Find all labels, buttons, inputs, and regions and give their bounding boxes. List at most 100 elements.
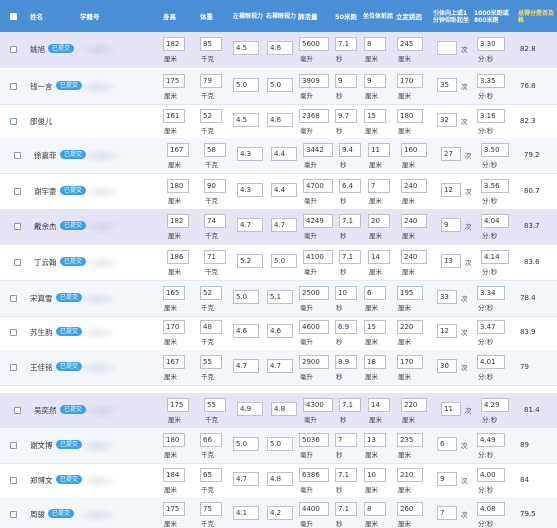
vital-capacity-input[interactable]: 3909 <box>299 74 329 88</box>
sit-reach-input[interactable]: 18 <box>364 355 386 369</box>
vital-capacity-input[interactable]: 4300 <box>303 398 333 412</box>
height-input[interactable]: 182 <box>167 214 189 228</box>
height-input[interactable]: 180 <box>163 433 185 447</box>
right-vision-input[interactable]: 5.1 <box>267 290 293 304</box>
long-jump-input[interactable]: 220 <box>397 320 423 334</box>
sprint-50m-input[interactable]: 6.4 <box>339 179 361 193</box>
pullup-situp-input[interactable]: 12 <box>437 324 457 338</box>
weight-input[interactable]: 66 <box>200 433 222 447</box>
run-long-input[interactable]: 4.04 <box>481 214 509 228</box>
pullup-situp-input[interactable]: 11 <box>441 402 461 416</box>
long-jump-input[interactable]: 220 <box>401 398 427 412</box>
left-vision-input[interactable]: 5.0 <box>233 437 259 451</box>
pullup-situp-input[interactable]: 27 <box>441 147 461 161</box>
sprint-50m-input[interactable]: 7.1 <box>339 214 361 228</box>
pullup-situp-input[interactable]: 6 <box>437 437 457 451</box>
left-vision-input[interactable]: 4.9 <box>237 402 263 416</box>
row-checkbox[interactable] <box>10 83 17 90</box>
right-vision-input[interactable]: 4.6 <box>267 41 293 55</box>
row-checkbox[interactable] <box>10 118 17 125</box>
pullup-situp-input[interactable]: 9 <box>441 218 461 232</box>
height-input[interactable]: 184 <box>163 468 185 482</box>
weight-input[interactable]: 58 <box>204 143 226 157</box>
row-checkbox[interactable] <box>14 259 21 266</box>
sit-reach-input[interactable]: 9 <box>364 74 386 88</box>
row-checkbox[interactable] <box>14 407 21 414</box>
sit-reach-input[interactable]: 20 <box>368 214 390 228</box>
row-checkbox[interactable] <box>10 477 17 484</box>
run-long-input[interactable]: 3.56 <box>481 179 509 193</box>
weight-input[interactable]: 74 <box>204 214 226 228</box>
left-vision-input[interactable]: 4.5 <box>233 113 259 127</box>
left-vision-input[interactable]: 4.5 <box>233 41 259 55</box>
sit-reach-input[interactable]: 6 <box>364 286 386 300</box>
sprint-50m-input[interactable]: 6.9 <box>335 320 357 334</box>
right-vision-input[interactable]: 4.8 <box>271 402 297 416</box>
left-vision-input[interactable]: 4.7 <box>237 218 263 232</box>
right-vision-input[interactable]: 4.8 <box>267 472 293 486</box>
pullup-situp-input[interactable]: 32 <box>437 113 457 127</box>
left-vision-input[interactable]: 5.0 <box>233 78 259 92</box>
height-input[interactable]: 167 <box>167 143 189 157</box>
sit-reach-input[interactable]: 13 <box>364 433 386 447</box>
row-checkbox[interactable] <box>10 46 17 53</box>
sprint-50m-input[interactable]: 9 <box>335 74 357 88</box>
row-checkbox[interactable] <box>10 442 17 449</box>
sprint-50m-input[interactable]: 7 <box>335 433 357 447</box>
height-input[interactable]: 175 <box>167 398 189 412</box>
long-jump-input[interactable]: 160 <box>401 143 427 157</box>
height-input[interactable]: 180 <box>167 179 189 193</box>
long-jump-input[interactable]: 180 <box>397 109 423 123</box>
sit-reach-input[interactable]: 11 <box>368 143 390 157</box>
right-vision-input[interactable]: 4.6 <box>267 324 293 338</box>
left-vision-input[interactable]: 4.1 <box>233 506 259 520</box>
sprint-50m-input[interactable]: 7.1 <box>335 37 357 51</box>
sit-reach-input[interactable]: 10 <box>364 468 386 482</box>
vital-capacity-input[interactable]: 2500 <box>299 286 329 300</box>
right-vision-input[interactable]: 4.6 <box>267 113 293 127</box>
weight-input[interactable]: 75 <box>200 502 222 516</box>
run-long-input[interactable]: 3.47 <box>477 320 505 334</box>
left-vision-input[interactable]: 4.3 <box>237 183 263 197</box>
weight-input[interactable]: 71 <box>204 250 226 264</box>
long-jump-input[interactable]: 240 <box>401 179 427 193</box>
run-long-input[interactable]: 4.00 <box>477 468 505 482</box>
vital-capacity-input[interactable]: 4100 <box>303 250 333 264</box>
sprint-50m-input[interactable]: 8.9 <box>335 355 357 369</box>
long-jump-input[interactable]: 195 <box>397 286 423 300</box>
run-long-input[interactable]: 4.29 <box>481 398 509 412</box>
vital-capacity-input[interactable]: 3442 <box>303 143 333 157</box>
weight-input[interactable]: 55 <box>204 398 226 412</box>
long-jump-input[interactable]: 170 <box>397 74 423 88</box>
right-vision-input[interactable]: 4.7 <box>267 359 293 373</box>
weight-input[interactable]: 65 <box>200 468 222 482</box>
right-vision-input[interactable]: 4.7 <box>271 218 297 232</box>
long-jump-input[interactable]: 240 <box>401 214 427 228</box>
run-long-input[interactable]: 3.30 <box>477 37 505 51</box>
height-input[interactable]: 175 <box>163 74 185 88</box>
height-input[interactable]: 167 <box>163 355 185 369</box>
sit-reach-input[interactable]: 14 <box>368 398 390 412</box>
sprint-50m-input[interactable]: 10 <box>335 286 357 300</box>
run-long-input[interactable]: 4.14 <box>481 250 509 264</box>
vital-capacity-input[interactable]: 5600 <box>299 37 329 51</box>
pullup-situp-input[interactable] <box>437 41 457 55</box>
left-vision-input[interactable]: 4.3 <box>237 147 263 161</box>
sprint-50m-input[interactable]: 7.1 <box>339 250 361 264</box>
vital-capacity-input[interactable]: 2368 <box>299 109 329 123</box>
run-long-input[interactable]: 4.49 <box>477 433 505 447</box>
long-jump-input[interactable]: 235 <box>397 433 423 447</box>
pullup-situp-input[interactable]: 35 <box>437 78 457 92</box>
right-vision-input[interactable]: 5.0 <box>271 254 297 268</box>
row-checkbox[interactable] <box>14 223 21 230</box>
sprint-50m-input[interactable]: 7.1 <box>339 398 361 412</box>
vital-capacity-input[interactable]: 4400 <box>299 502 329 516</box>
pullup-situp-input[interactable]: 30 <box>437 359 457 373</box>
run-long-input[interactable]: 3.35 <box>477 74 505 88</box>
select-all-checkbox[interactable] <box>10 13 17 20</box>
sit-reach-input[interactable]: 8 <box>364 37 386 51</box>
long-jump-input[interactable]: 210 <box>397 468 423 482</box>
sit-reach-input[interactable]: 14 <box>368 250 390 264</box>
height-input[interactable]: 182 <box>163 37 185 51</box>
run-long-input[interactable]: 3.50 <box>481 143 509 157</box>
